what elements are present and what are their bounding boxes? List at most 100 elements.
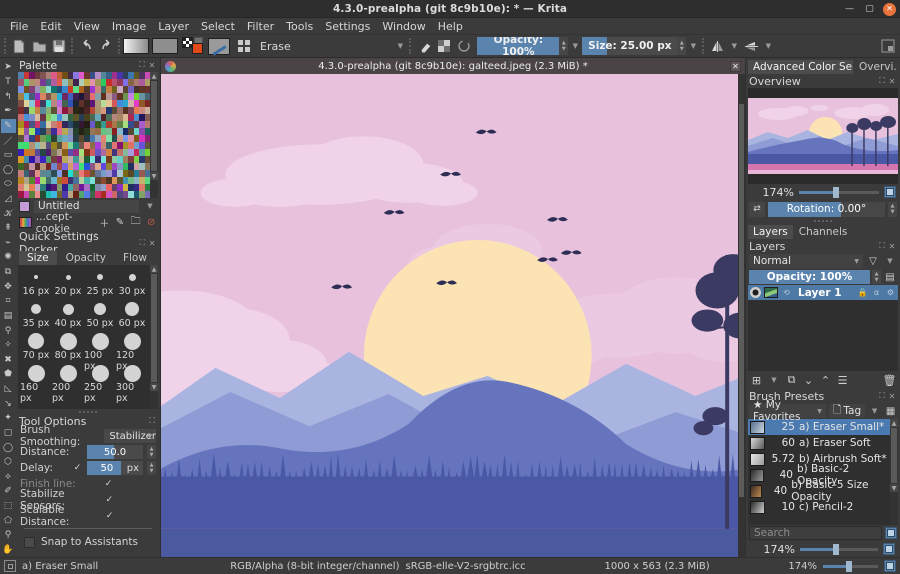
delay-checkbox[interactable]: ✓ [72, 463, 83, 474]
open-folder-icon[interactable] [29, 37, 49, 56]
move-tool-icon[interactable]: ✥ [1, 279, 16, 294]
brush-size-preset[interactable] [116, 332, 148, 350]
status-zoom-slider[interactable] [823, 560, 879, 572]
tab-size[interactable]: Size [19, 251, 57, 265]
brush-size-preset[interactable] [116, 268, 148, 286]
tab-opacity[interactable]: Opacity [57, 251, 114, 265]
qsd-float-docker-icon[interactable]: ⛶ [138, 238, 148, 248]
brush-presets-tag-select[interactable]: ★ My Favorites ▼ [749, 399, 826, 423]
tab-channels[interactable]: Channels [793, 225, 853, 239]
brush-size-preset[interactable] [84, 268, 116, 286]
qsd-scroll-down-icon[interactable]: ▼ [150, 383, 158, 391]
filter-mask-icon[interactable]: ⟲ [781, 287, 792, 298]
rectangular-selection-tool-icon[interactable]: ▢ [1, 426, 16, 441]
open-palette-icon[interactable]: 🗀 [130, 216, 142, 230]
bezier-curve-tool-icon[interactable]: 𝒦 [1, 206, 16, 221]
gradient-swatch-icon[interactable] [123, 38, 149, 54]
rectangle-tool-icon[interactable]: ▭ [1, 148, 16, 163]
new-document-icon[interactable] [9, 37, 29, 56]
crop-tool-icon[interactable]: ⌗ [1, 294, 16, 309]
bp-scroll-up-icon[interactable]: ▲ [890, 419, 898, 427]
enclose-fill-tool-icon[interactable]: ◺ [1, 382, 16, 397]
edit-shapes-tool-icon[interactable]: ↰ [1, 89, 16, 104]
assistant-tool-icon[interactable]: ✦ [1, 411, 16, 426]
mirror-vertical-icon[interactable] [741, 37, 761, 56]
freehand-path-tool-icon[interactable]: ⇞ [1, 221, 16, 236]
list-item[interactable]: 60 a) Eraser Soft [748, 435, 890, 451]
alpha-lock-icon[interactable]: α [871, 287, 882, 298]
bp-scroll-down-icon[interactable]: ▼ [890, 484, 898, 492]
contiguous-selection-tool-icon[interactable]: ✐ [1, 484, 16, 499]
menu-image[interactable]: Image [106, 19, 152, 34]
multibrush-tool-icon[interactable]: ✺ [1, 250, 16, 265]
layer-properties-button[interactable]: ☰ [836, 373, 849, 387]
eye-icon[interactable] [750, 287, 761, 298]
move-layer-down-button[interactable]: ⌄ [802, 373, 815, 387]
stabilize-sensors-checkbox[interactable]: ✓ [105, 495, 114, 506]
undo-icon[interactable] [76, 37, 96, 56]
layer-name[interactable]: Layer 1 [795, 287, 854, 299]
menu-tools[interactable]: Tools [280, 19, 319, 34]
bezier-selection-tool-icon[interactable]: ⬠ [1, 513, 16, 528]
canvas-viewport[interactable] [161, 74, 745, 557]
brush-size-preset[interactable] [20, 268, 52, 286]
palette-swatch-grid[interactable]: ▲ ▼ [18, 72, 158, 198]
add-layer-button[interactable]: ⊞ [750, 373, 763, 387]
lock-icon[interactable]: 🔒 [857, 287, 868, 298]
preset-chooser-icon[interactable] [234, 37, 254, 56]
reload-preset-icon[interactable] [454, 37, 474, 56]
menu-settings[interactable]: Settings [319, 19, 376, 34]
colorize-mask-tool-icon[interactable]: ✧ [1, 338, 16, 353]
close-button[interactable]: ✕ [883, 2, 896, 16]
transform-tool-icon[interactable]: ⧉ [1, 265, 16, 280]
list-item[interactable]: 10 c) Pencil-2 [748, 499, 890, 515]
minimize-button[interactable]: — [843, 3, 856, 16]
mirror-horizontal-icon[interactable] [707, 37, 727, 56]
menu-help[interactable]: Help [432, 19, 469, 34]
size-options-icon[interactable]: ▼ [686, 37, 700, 55]
color-sampler-tool-icon[interactable]: ⚲ [1, 323, 16, 338]
overview-close-docker-icon[interactable]: ✕ [887, 76, 897, 86]
palette-chevron-down-icon[interactable]: ▼ [143, 197, 157, 215]
tab-flow[interactable]: Flow [114, 251, 155, 265]
quick-settings-size-grid[interactable]: 16 px 20 px 25 px 30 px 35 px 40 px 50 px 60 px… [18, 265, 158, 409]
right-dock-fit-icon[interactable] [883, 543, 895, 555]
distance-spinner[interactable]: ▲ ▼ [147, 445, 156, 459]
duplicate-layer-button[interactable]: ⧉ [785, 373, 798, 387]
toolbar-handle[interactable] [4, 38, 7, 54]
brush-size-preset[interactable] [116, 300, 148, 318]
opacity-slider[interactable]: Opacity: 100% [477, 37, 560, 55]
brush-size-preset[interactable] [52, 268, 84, 286]
remove-swatch-icon[interactable]: ⊘ [145, 216, 157, 230]
brush-size-preset[interactable] [20, 364, 52, 382]
tag-button[interactable]: 🗋 Tag [828, 404, 866, 418]
menu-select[interactable]: Select [195, 19, 241, 34]
selection-mask-icon[interactable] [4, 560, 16, 572]
add-layer-chevron-down-icon[interactable]: ▼ [767, 371, 781, 389]
delay-spinner[interactable]: ▲ ▼ [147, 461, 156, 475]
tag-button-chevron-down-icon[interactable]: ▼ [868, 402, 881, 420]
eraser-toggle-icon[interactable] [414, 37, 434, 56]
fit-page-icon[interactable] [884, 186, 896, 198]
overview-thumbnail[interactable] [748, 88, 898, 184]
brush-size-preset[interactable] [20, 300, 52, 318]
filter-layers-chevron-down-icon[interactable]: ▼ [883, 252, 897, 270]
filter-layers-icon[interactable]: ▽ [866, 254, 880, 268]
magnetic-selection-tool-icon[interactable]: ⚲ [1, 528, 16, 543]
brush-presets-scrollbar[interactable]: ▲ ▼ [890, 419, 898, 525]
brush-tip-icon[interactable] [208, 37, 230, 55]
edit-swatch-icon[interactable]: ✎ [114, 216, 126, 230]
brush-size-preset[interactable] [116, 364, 148, 382]
search-input[interactable]: Search [749, 526, 882, 540]
layers-close-docker-icon[interactable]: ✕ [887, 241, 897, 251]
polygon-tool-icon[interactable]: ⬭ [1, 177, 16, 192]
redo-icon[interactable] [96, 37, 116, 56]
close-subwindow-icon[interactable]: ✕ [730, 60, 741, 72]
menu-window[interactable]: Window [376, 19, 431, 34]
brush-size-preset[interactable] [52, 300, 84, 318]
smart-patch-tool-icon[interactable]: ✖ [1, 353, 16, 368]
gradient-tool-icon[interactable]: ▤ [1, 309, 16, 324]
foreground-background-color-icon[interactable] [182, 37, 204, 55]
tool-options-float-icon[interactable]: ⛶ [147, 416, 157, 426]
brush-presets-float-docker-icon[interactable]: ⛶ [877, 391, 887, 401]
